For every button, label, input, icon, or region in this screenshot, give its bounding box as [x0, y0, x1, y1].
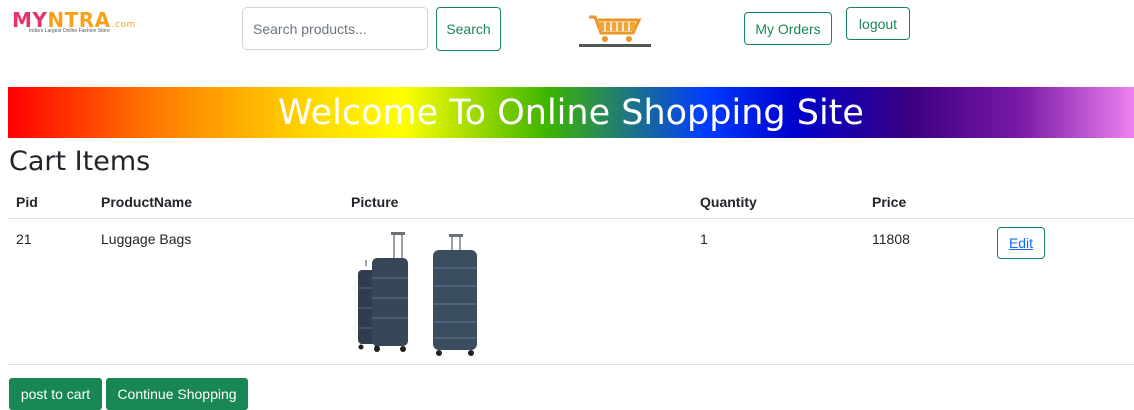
- page-title: Cart Items: [9, 146, 151, 177]
- column-header-pid: Pid: [16, 194, 38, 210]
- luggage-bags-image: [354, 230, 484, 358]
- cell-quantity: 1: [700, 231, 708, 247]
- cell-product-name: Luggage Bags: [101, 231, 192, 247]
- logout-button[interactable]: logout: [846, 7, 910, 40]
- row-divider: [8, 364, 1134, 365]
- my-orders-button[interactable]: My Orders: [744, 12, 832, 45]
- column-header-price: Price: [872, 194, 907, 210]
- search-button[interactable]: Search: [436, 7, 501, 51]
- post-to-cart-button[interactable]: post to cart: [9, 378, 102, 410]
- logo-tagline: India's Largest Online Fashion Store: [29, 28, 110, 34]
- header-divider: [8, 218, 1134, 219]
- myntra-logo[interactable]: MYNTRA.com India's Largest Online Fashio…: [12, 8, 135, 36]
- cell-price: 11808: [872, 231, 910, 247]
- shopping-cart-icon[interactable]: [579, 11, 651, 47]
- column-header-quantity: Quantity: [700, 194, 757, 210]
- column-header-product-name: ProductName: [101, 194, 193, 210]
- column-header-picture: Picture: [351, 194, 399, 210]
- banner-text: Welcome To Online Shopping Site: [278, 92, 864, 133]
- cell-pid: 21: [16, 231, 32, 247]
- search-input[interactable]: [242, 7, 428, 50]
- continue-shopping-button[interactable]: Continue Shopping: [106, 378, 248, 410]
- welcome-banner: Welcome To Online Shopping Site: [8, 87, 1134, 138]
- edit-button[interactable]: Edit: [997, 227, 1045, 259]
